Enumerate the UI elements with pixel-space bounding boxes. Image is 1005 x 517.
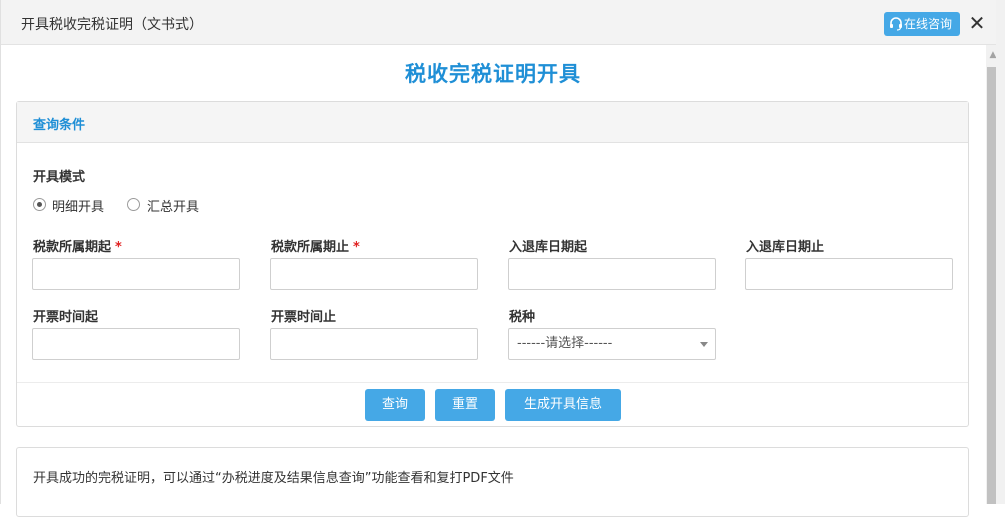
dialog-header: 开具税收完税证明（文书式） 在线咨询 ✕ [1,0,996,45]
tax-type-select[interactable]: ------请选择------ [508,328,716,360]
treasury-date-end-input[interactable] [745,258,953,290]
required-mark: * [353,240,360,255]
headset-icon [890,17,902,31]
note-text: 开具成功的完税证明，可以通过“办税进度及结果信息查询”功能查看和复打PDF文件 [33,471,514,486]
tax-period-start-input[interactable] [32,258,240,290]
tax-type-label: 税种 [509,310,536,325]
dialog-title: 开具税收完税证明（文书式） [21,17,203,33]
query-button[interactable]: 查询 [365,389,425,421]
invoice-time-end-label: 开票时间止 [271,310,337,325]
query-panel: 查询条件 开具模式 明细开具 汇总开具 税款所属期起 * 税款所属期止 * 入退库日… [16,101,969,427]
tax-type-selected: ------请选择------ [517,336,613,351]
invoice-time-start-input[interactable] [32,328,240,360]
invoice-time-end-input[interactable] [270,328,478,360]
radio-summary-issue-label[interactable]: 汇总开具 [147,196,199,215]
reset-button[interactable]: 重置 [435,389,495,421]
treasury-date-start-label: 入退库日期起 [509,240,588,255]
treasury-date-end-label: 入退库日期止 [746,240,825,255]
treasury-date-start-input[interactable] [508,258,716,290]
invoice-time-start-label: 开票时间起 [33,310,99,325]
radio-detail-issue-label[interactable]: 明细开具 [52,196,104,215]
query-panel-header: 查询条件 [17,102,968,143]
radio-detail-issue[interactable] [33,198,46,211]
issue-mode-label: 开具模式 [33,170,86,185]
dialog-window: 开具税收完税证明（文书式） 在线咨询 ✕ 税收完税证明开具 查询条件 开具模式 … [0,0,1000,517]
chevron-down-icon [700,342,708,347]
close-icon[interactable]: ✕ [967,11,987,35]
online-consult-label: 在线咨询 [904,17,953,31]
generate-issue-info-button[interactable]: 生成开具信息 [505,389,621,421]
tax-period-end-label: 税款所属期止 * [271,240,360,255]
tax-period-start-label: 税款所属期起 * [33,240,122,255]
background-edge [996,0,1005,504]
required-mark: * [115,240,122,255]
tax-period-end-input[interactable] [270,258,478,290]
radio-summary-issue[interactable] [127,198,140,211]
online-consult-button[interactable]: 在线咨询 [884,12,960,36]
note-panel: 开具成功的完税证明，可以通过“办税进度及结果信息查询”功能查看和复打PDF文件 [16,447,969,517]
panel-divider [17,382,968,383]
query-panel-title: 查询条件 [33,118,86,133]
page-title: 税收完税证明开具 [405,62,581,86]
